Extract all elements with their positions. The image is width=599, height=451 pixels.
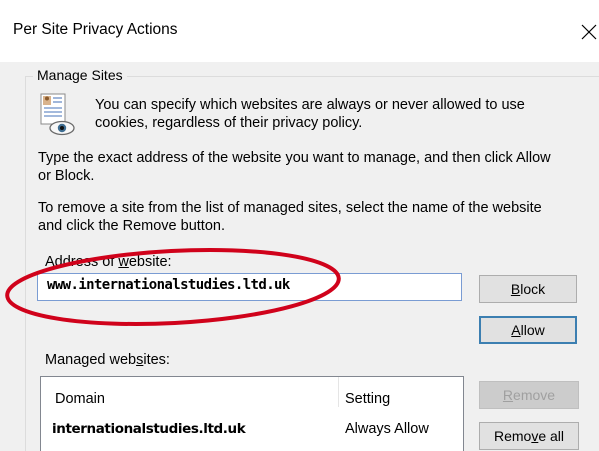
- column-separator: [338, 377, 339, 407]
- close-icon[interactable]: [574, 14, 599, 46]
- list-row-occluder: [265, 418, 291, 440]
- list-item-domain[interactable]: internationalstudies.ltd.uk: [52, 421, 246, 437]
- allow-button[interactable]: Allow: [479, 316, 577, 344]
- list-item-setting[interactable]: Always Allow: [345, 420, 429, 438]
- info-text-line2: cookies, regardless of their privacy pol…: [95, 115, 363, 131]
- website-address-value[interactable]: www.internationalstudies.ltd.uk: [47, 277, 290, 293]
- window-title: Per Site Privacy Actions: [13, 21, 178, 38]
- remove-all-button[interactable]: Remove all: [479, 422, 579, 450]
- remove-instruction-line2: and click the Remove button.: [38, 218, 225, 234]
- block-button[interactable]: Block: [479, 275, 577, 303]
- column-header-domain[interactable]: Domain: [55, 390, 105, 408]
- info-text-line1: You can specify which websites are alway…: [95, 97, 525, 113]
- instruction-text-line1: Type the exact address of the website yo…: [38, 150, 551, 166]
- column-header-setting[interactable]: Setting: [345, 390, 390, 408]
- manage-sites-legend: Manage Sites: [33, 67, 127, 83]
- managed-websites-list[interactable]: [40, 376, 464, 451]
- managed-websites-label: Managed websites:: [45, 352, 170, 368]
- address-label: Address of website:: [45, 254, 172, 270]
- instruction-text-line2: or Block.: [38, 168, 95, 184]
- remove-button[interactable]: Remove: [479, 381, 579, 409]
- remove-instruction-line1: To remove a site from the list of manage…: [38, 200, 542, 216]
- privacy-document-icon: [40, 93, 76, 137]
